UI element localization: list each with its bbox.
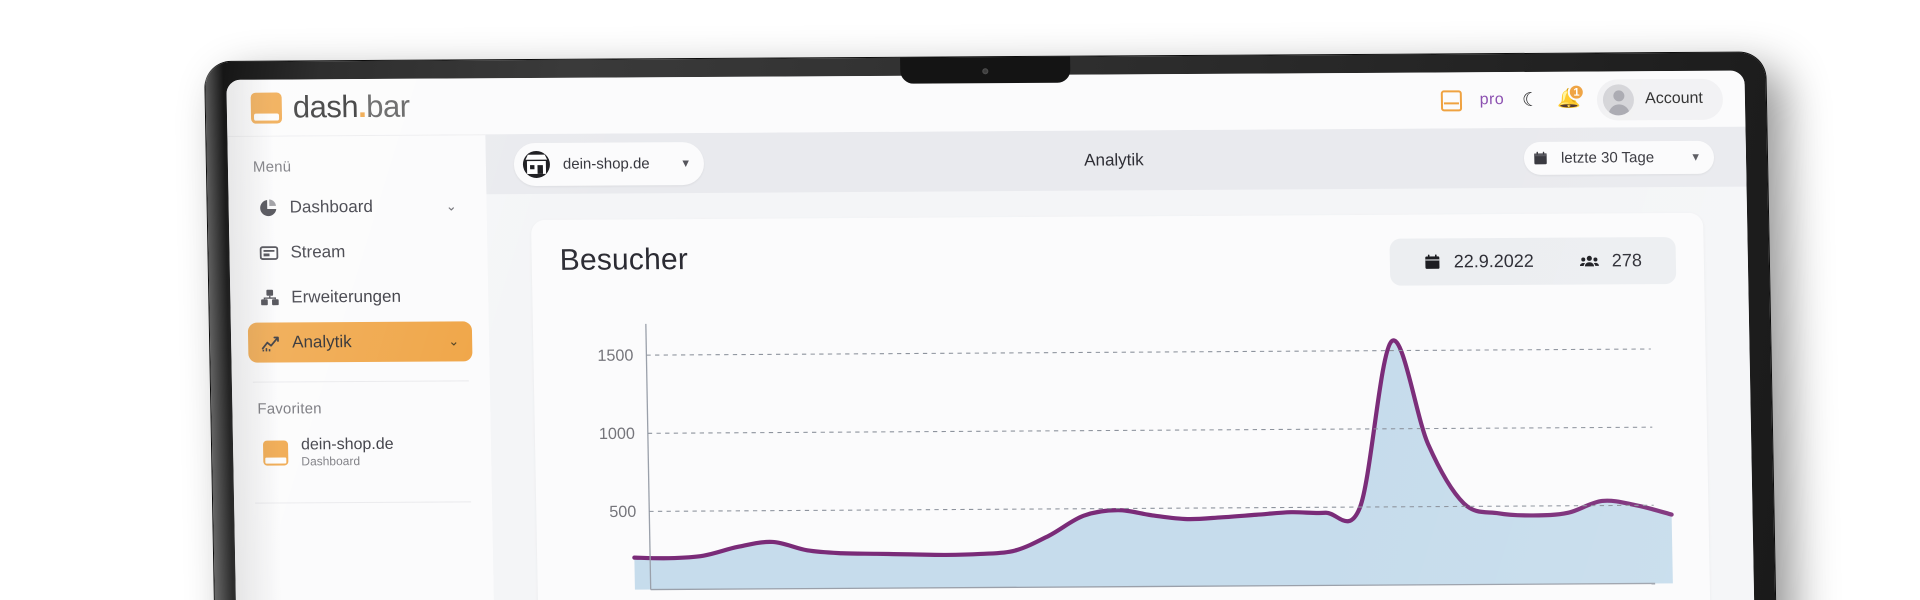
pie-chart-icon (259, 198, 278, 217)
favorite-item-dein-shop[interactable]: dein-shop.de Dashboard (250, 428, 475, 476)
main-area: dein-shop.de ▾ Analytik letzte 30 Tage ▾ (485, 126, 1755, 600)
sidebar-menu-label: Menü (252, 158, 292, 176)
stat-date: 22.9.2022 (1424, 251, 1534, 273)
webcam-icon (982, 68, 989, 75)
screenshot-stage: dash.bar pro ☾ 🔔 1 Account Menü Dashboar… (0, 0, 1920, 600)
account-label: Account (1644, 89, 1704, 108)
notification-count-badge: 1 (1567, 83, 1586, 101)
book-icon[interactable] (1440, 89, 1462, 111)
chevron-down-icon: ⌄ (445, 198, 457, 214)
people-icon (1579, 252, 1599, 269)
logo-name: dash (292, 89, 359, 125)
shop-selector-value: dein-shop.de (562, 154, 650, 173)
card-title: Besucher (559, 243, 689, 277)
date-range-value: letzte 30 Tage (1560, 148, 1655, 167)
webcam-notch (900, 56, 1071, 84)
sidebar-divider (252, 380, 469, 383)
pro-badge[interactable]: pro (1480, 91, 1505, 109)
visitors-card: Besucher 22.9.2022 278 500 1000 1500 (530, 212, 1711, 600)
card-stats: 22.9.2022 278 (1389, 237, 1677, 286)
sidebar-item-erweiterungen[interactable]: Erweiterungen (247, 276, 472, 317)
dashbar-app: dash.bar pro ☾ 🔔 1 Account Menü Dashboar… (226, 70, 1755, 600)
chevron-down-icon: ⌄ (448, 333, 460, 349)
stream-icon (259, 243, 279, 262)
chevron-down-icon: ▾ (682, 155, 690, 171)
logo-mark-icon (250, 92, 283, 124)
sidebar-item-label: Erweiterungen (291, 286, 402, 307)
visitors-chart[interactable]: 50010001500Sep 25Oct 02Oct 09Oct 16 (561, 309, 1683, 600)
store-icon (522, 150, 551, 178)
gridline (646, 348, 1651, 356)
sidebar: Menü Dashboard ⌄ Stream Erweiterungen An… (227, 134, 495, 600)
gridline (649, 504, 1654, 512)
top-bar-actions: pro ☾ 🔔 1 Account (1440, 78, 1724, 121)
chevron-down-icon: ▾ (1692, 148, 1700, 164)
page-title: Analytik (1084, 150, 1144, 170)
sidebar-item-label: Stream (290, 242, 346, 262)
sidebar-item-dashboard[interactable]: Dashboard ⌄ (245, 186, 470, 227)
favorite-subtitle: Dashboard (301, 454, 361, 469)
favorite-item-text: dein-shop.de Dashboard (301, 435, 394, 470)
notifications-button[interactable]: 🔔 1 (1557, 83, 1586, 112)
sidebar-item-analytik[interactable]: Analytik ⌄ (247, 321, 473, 363)
calendar-icon (1424, 253, 1441, 270)
content-area: Besucher 22.9.2022 278 500 1000 1500 (486, 187, 1754, 600)
y-tick-label: 500 (609, 503, 636, 521)
card-header: Besucher 22.9.2022 278 (559, 237, 1677, 291)
app-body: Menü Dashboard ⌄ Stream Erweiterungen An… (227, 126, 1755, 600)
calendar-icon (1533, 150, 1548, 165)
laptop-device: dash.bar pro ☾ 🔔 1 Account Menü Dashboar… (205, 52, 1776, 600)
logo-text: dash.bar (293, 89, 410, 126)
avatar (1602, 83, 1635, 115)
app-logo[interactable]: dash.bar (250, 89, 410, 126)
favorite-title: dein-shop.de (300, 435, 394, 454)
gridline (647, 426, 1653, 434)
y-axis (645, 323, 652, 590)
date-range-selector[interactable]: letzte 30 Tage ▾ (1523, 140, 1715, 175)
chart-labels: 50010001500Sep 25Oct 02Oct 09Oct 16 (597, 323, 1656, 591)
sidebar-item-stream[interactable]: Stream (246, 231, 471, 272)
account-menu[interactable]: Account (1596, 78, 1724, 120)
stat-visitors-value: 278 (1611, 250, 1643, 271)
sidebar-divider-bottom (255, 501, 472, 504)
sidebar-item-label: Dashboard (289, 196, 374, 217)
logo-suffix: bar (365, 88, 410, 125)
shop-selector[interactable]: dein-shop.de ▾ (513, 141, 705, 186)
sidebar-favorites-label: Favoriten (257, 400, 322, 418)
laptop-screen: dash.bar pro ☾ 🔔 1 Account Menü Dashboar… (226, 70, 1755, 600)
blocks-icon (260, 288, 279, 307)
stat-date-value: 22.9.2022 (1453, 250, 1535, 272)
y-tick-label: 1500 (597, 347, 633, 365)
moon-icon[interactable]: ☾ (1522, 89, 1539, 110)
stat-visitors: 278 (1579, 250, 1643, 271)
sidebar-item-label: Analytik (291, 332, 352, 352)
x-axis (650, 582, 1656, 591)
y-tick-label: 1000 (599, 425, 635, 443)
shop-book-icon (262, 440, 289, 466)
analytics-icon (261, 333, 280, 352)
sub-header-bar: dein-shop.de ▾ Analytik letzte 30 Tage ▾ (485, 126, 1747, 195)
